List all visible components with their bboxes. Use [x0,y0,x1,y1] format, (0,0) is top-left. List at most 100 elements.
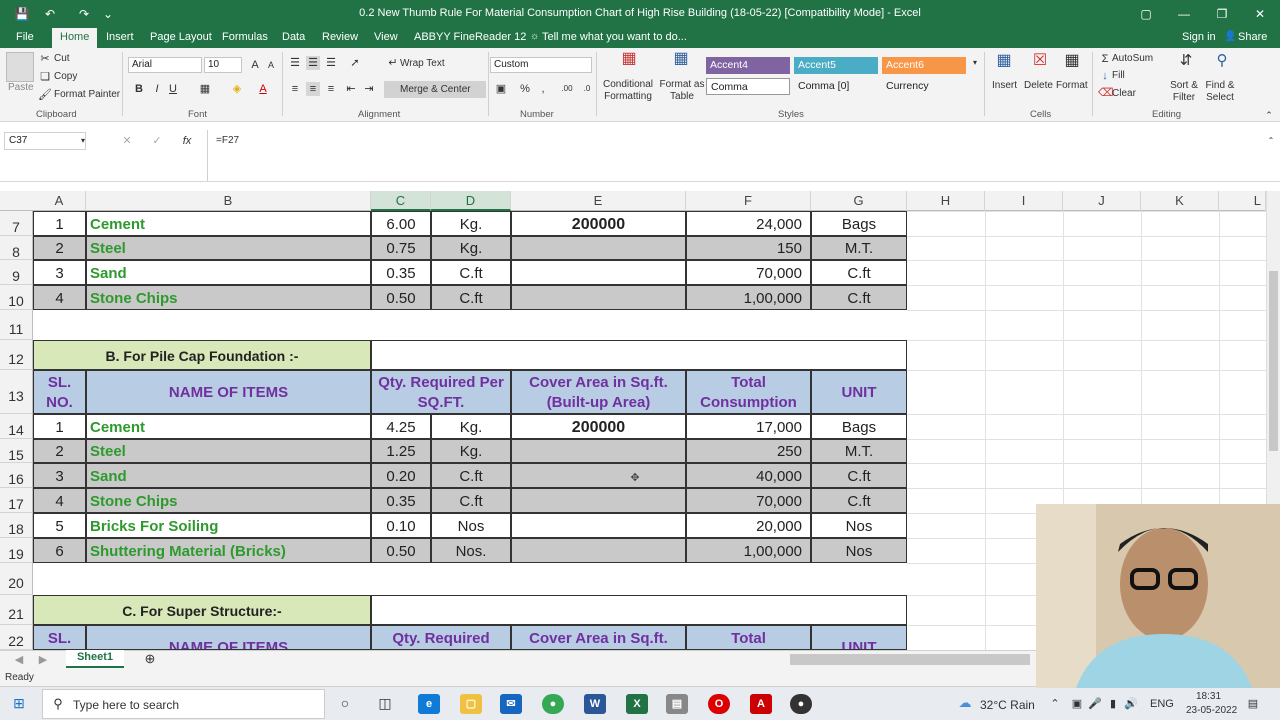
cell-item-name[interactable]: Cement [86,211,371,236]
tab-review[interactable]: Review [314,28,366,48]
tab-insert[interactable]: Insert [98,28,142,48]
find-select-button[interactable]: Find & Select [1200,80,1240,104]
cell-cover-area[interactable] [511,236,686,260]
cell-qty-unit[interactable]: C.ft [431,260,511,285]
cell-cover-area[interactable]: 200000 [511,211,686,236]
cell-total[interactable]: 17,000 [686,414,811,439]
row-header[interactable]: 20 [0,563,33,595]
cell-total[interactable]: 70,000 [686,488,811,513]
cell-qty[interactable]: 0.75 [371,236,431,260]
cell-qty[interactable]: 0.35 [371,488,431,513]
cell-sl-no[interactable]: 6 [33,538,86,563]
microphone-icon[interactable]: 🎤 [1088,697,1102,711]
section-c-title[interactable]: C. For Super Structure:- [33,595,371,625]
cell-qty[interactable]: 0.20 [371,463,431,488]
autosum-button[interactable]: AutoSum [1112,53,1153,64]
tab-formulas[interactable]: Formulas [214,28,276,48]
cell-sl-no[interactable]: 1 [33,211,86,236]
maximize-icon[interactable]: ❐ [1212,4,1232,24]
cell-sl-no[interactable]: 4 [33,285,86,310]
cell-cover-area[interactable] [511,488,686,513]
clear-button[interactable]: Clear [1112,88,1136,99]
header-total-consumption[interactable]: Total Consumption [686,370,811,414]
column-header-i[interactable]: I [985,191,1063,211]
cell-cover-area[interactable] [511,538,686,563]
decrease-decimal-icon[interactable]: .0 [580,82,594,96]
cell-qty[interactable]: 6.00 [371,211,431,236]
column-header-d[interactable]: D [431,191,511,211]
language-indicator[interactable]: ENG [1150,698,1174,710]
cell-total[interactable]: 250 [686,439,811,463]
bottom-align-icon[interactable]: ☰ [324,56,338,70]
style-accent5[interactable]: Accent5 [794,57,878,74]
next-sheet-icon[interactable]: ▶ [36,653,50,667]
comma-style-icon[interactable]: , [536,82,550,96]
cell-total[interactable]: 1,00,000 [686,538,811,563]
middle-align-icon[interactable]: ☰ [306,56,320,70]
row-header[interactable]: 11 [0,310,33,340]
cell-item-name[interactable]: Sand [86,260,371,285]
style-currency[interactable]: Currency [882,78,966,95]
row-header[interactable]: 12 [0,340,33,370]
wrap-text-button[interactable]: Wrap Text [400,58,445,69]
column-header-g[interactable]: G [811,191,907,211]
merge-center-button[interactable]: Merge & Center [384,81,486,98]
header-name-of-items[interactable]: NAME OF ITEMS [86,370,371,414]
clock-date[interactable]: 23-05-2022 [1186,705,1237,716]
section-b-title[interactable]: B. For Pile Cap Foundation :- [33,340,371,370]
cell-qty[interactable]: 0.35 [371,260,431,285]
header-cover-area-partial[interactable]: Cover Area in Sq.ft. [511,625,686,650]
style-comma[interactable]: Comma [706,78,790,95]
cell-cover-area[interactable] [511,463,686,488]
cortana-icon[interactable]: ○ [338,696,352,710]
top-align-icon[interactable]: ☰ [288,56,302,70]
cell-cover-area[interactable] [511,285,686,310]
cell-sl-no[interactable]: 3 [33,260,86,285]
column-header-e[interactable]: E [511,191,686,211]
column-header-k[interactable]: K [1141,191,1219,211]
expand-formula-icon[interactable]: ⌃ [1264,134,1278,148]
row-header[interactable]: 8 [0,236,33,260]
cell-total[interactable]: 70,000 [686,260,811,285]
app-icon[interactable]: ▤ [666,694,688,714]
cell-qty[interactable]: 0.50 [371,285,431,310]
section-c-blank[interactable] [371,595,907,625]
mail-icon[interactable]: ✉ [500,694,522,714]
font-size-select[interactable]: 10 [204,57,242,73]
cell-sl-no[interactable]: 2 [33,439,86,463]
cell-unit[interactable]: Nos [811,538,907,563]
italic-icon[interactable]: I [150,82,164,96]
collapse-ribbon-icon[interactable]: ⌃ [1262,108,1276,122]
cell-qty-unit[interactable]: Kg. [431,439,511,463]
tell-me-box[interactable]: Tell me what you want to do... [534,28,695,48]
cell-qty-unit[interactable]: C.ft [431,463,511,488]
cell-qty-unit[interactable]: Kg. [431,414,511,439]
cell-total[interactable]: 150 [686,236,811,260]
close-icon[interactable]: ✕ [1250,4,1270,24]
format-cells-button[interactable]: Format [1056,80,1088,91]
cell-item-name[interactable]: Cement [86,414,371,439]
column-header-h[interactable]: H [907,191,985,211]
cell-unit[interactable]: Bags [811,414,907,439]
delete-cells-button[interactable]: Delete [1024,80,1053,91]
cell-sl-no[interactable]: 5 [33,513,86,538]
conditional-formatting-button[interactable]: Conditional Formatting [600,79,656,103]
cell-qty-unit[interactable]: C.ft [431,285,511,310]
cell-unit[interactable]: C.ft [811,260,907,285]
excel-icon[interactable]: X [626,694,648,714]
row-header[interactable]: 15 [0,439,33,463]
header-qty-required[interactable]: Qty. Required Per SQ.FT. [371,370,511,414]
fill-color-icon[interactable]: ◈ [230,82,244,96]
tab-home[interactable]: Home [52,28,98,48]
cell-item-name[interactable]: Steel [86,236,371,260]
new-sheet-icon[interactable]: ⊕ [143,652,157,666]
notifications-icon[interactable]: ▤ [1246,697,1260,711]
cell-total[interactable]: 20,000 [686,513,811,538]
align-right-icon[interactable]: ≡ [324,82,338,96]
file-explorer-icon[interactable]: ▢ [460,694,482,714]
cut-button[interactable]: Cut [54,53,70,64]
cell-total[interactable]: 24,000 [686,211,811,236]
decrease-font-icon[interactable]: A [264,58,278,72]
cell-unit[interactable]: Nos [811,513,907,538]
insert-cells-button[interactable]: Insert [992,80,1017,91]
